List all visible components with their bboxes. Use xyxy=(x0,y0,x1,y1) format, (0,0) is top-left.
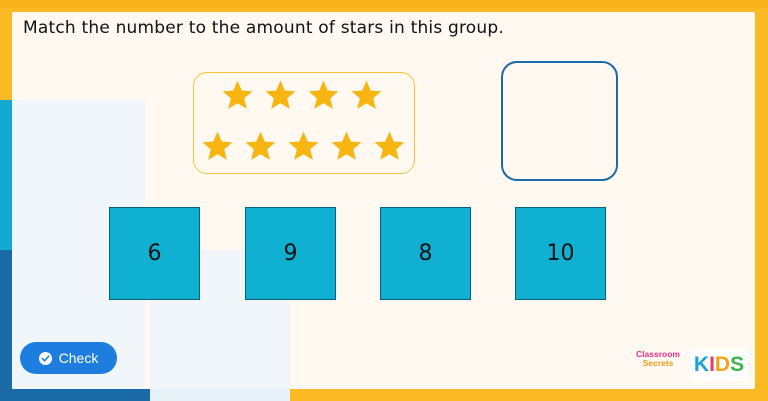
answer-drop-box[interactable] xyxy=(501,61,618,181)
star-icon xyxy=(263,78,298,113)
star-icon xyxy=(349,78,384,113)
question-text: Match the number to the amount of stars … xyxy=(23,18,504,38)
kids-logo-letter: S xyxy=(730,353,745,376)
number-card-9[interactable]: 9 xyxy=(245,207,336,300)
star-icon xyxy=(286,129,321,164)
star-group-box xyxy=(193,72,415,174)
classroom-secrets-logo: Classroom Secrets xyxy=(630,350,686,378)
star-icon xyxy=(306,78,341,113)
check-circle-icon xyxy=(38,351,52,365)
star-icon xyxy=(220,78,255,113)
star-icon xyxy=(243,129,278,164)
number-card-6[interactable]: 6 xyxy=(109,207,200,300)
frame-top-stripe xyxy=(0,0,768,8)
star-icon xyxy=(200,129,235,164)
star-icon xyxy=(329,129,364,164)
check-button-label: Check xyxy=(58,350,99,366)
kids-logo-letter: K xyxy=(693,353,710,376)
number-card-10[interactable]: 10 xyxy=(515,207,606,300)
kids-logo-letter: D xyxy=(714,353,731,376)
number-card-8[interactable]: 8 xyxy=(380,207,471,300)
star-row-bottom xyxy=(200,129,407,164)
star-row-top xyxy=(220,78,384,113)
kids-logo: KIDS xyxy=(690,349,748,381)
check-button[interactable]: Check xyxy=(20,342,117,374)
logo-line-2: Secrets xyxy=(642,358,674,368)
star-icon xyxy=(372,129,407,164)
